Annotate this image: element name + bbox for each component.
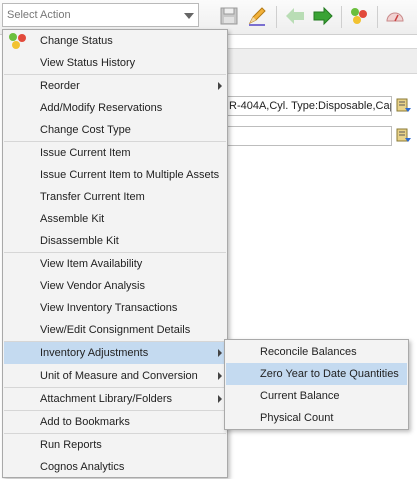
menu-item-label: Disassemble Kit bbox=[40, 235, 119, 247]
submenu-item-label: Current Balance bbox=[260, 390, 340, 402]
menu-item-label: Change Status bbox=[40, 35, 113, 47]
menu-item-label: Assemble Kit bbox=[40, 213, 105, 225]
description-value: R-404A,Cyl. Type:Disposable,Cap bbox=[229, 100, 392, 112]
menu-item-label: Add to Bookmarks bbox=[40, 416, 130, 428]
edit-pencil-icon[interactable] bbox=[246, 5, 268, 27]
menu-item-view-status-history[interactable]: View Status History bbox=[4, 52, 226, 74]
toolbar-separator bbox=[276, 6, 277, 28]
menu-item-transfer-current-item[interactable]: Transfer Current Item bbox=[4, 186, 226, 208]
select-action-menu: Change Status View Status History Reorde… bbox=[2, 29, 228, 478]
menu-item-label: Reorder bbox=[40, 80, 80, 92]
menu-item-change-cost-type[interactable]: Change Cost Type bbox=[4, 119, 226, 141]
menu-item-label: View Status History bbox=[40, 57, 136, 69]
lookup-icon[interactable] bbox=[396, 97, 412, 113]
form-tab-strip bbox=[226, 48, 417, 74]
menu-item-add-to-bookmarks[interactable]: Add to Bookmarks bbox=[4, 411, 226, 433]
chevron-right-icon bbox=[218, 395, 222, 403]
menu-item-label: Issue Current Item bbox=[40, 147, 131, 159]
menu-item-unit-of-measure[interactable]: Unit of Measure and Conversion bbox=[4, 365, 226, 387]
submenu-item-current-balance[interactable]: Current Balance bbox=[226, 385, 407, 407]
toolbar-separator bbox=[341, 6, 342, 28]
menu-item-label: Transfer Current Item bbox=[40, 191, 145, 203]
menu-item-label: Cognos Analytics bbox=[40, 461, 125, 473]
menu-item-view-inventory-transactions[interactable]: View Inventory Transactions bbox=[4, 297, 226, 319]
menu-item-inventory-adjustments[interactable]: Inventory Adjustments bbox=[4, 342, 226, 364]
menu-item-label: Run Reports bbox=[40, 439, 102, 451]
menu-item-label: View Vendor Analysis bbox=[40, 280, 145, 292]
menu-item-label: Attachment Library/Folders bbox=[40, 393, 173, 405]
submenu-item-label: Zero Year to Date Quantities bbox=[260, 368, 399, 380]
menu-item-issue-current-item[interactable]: Issue Current Item bbox=[4, 142, 226, 164]
submenu-item-label: Physical Count bbox=[260, 412, 334, 424]
menu-item-reorder[interactable]: Reorder bbox=[4, 75, 226, 97]
menu-item-view-item-availability[interactable]: View Item Availability bbox=[4, 253, 226, 275]
menu-item-label: Unit of Measure and Conversion bbox=[40, 370, 198, 382]
change-status-icon[interactable] bbox=[348, 5, 370, 27]
menu-item-label: View/Edit Consignment Details bbox=[40, 324, 191, 336]
menu-item-label: View Inventory Transactions bbox=[40, 302, 178, 314]
chevron-down-icon[interactable] bbox=[184, 13, 194, 19]
menu-item-label: Issue Current Item to Multiple Assets bbox=[40, 169, 220, 181]
menu-item-label: View Item Availability bbox=[40, 258, 143, 270]
previous-arrow-icon[interactable] bbox=[284, 5, 306, 27]
save-icon[interactable] bbox=[218, 5, 240, 27]
menu-item-label: Add/Modify Reservations bbox=[40, 102, 163, 114]
submenu-item-physical-count[interactable]: Physical Count bbox=[226, 407, 407, 429]
menu-item-issue-to-multiple-assets[interactable]: Issue Current Item to Multiple Assets bbox=[4, 164, 226, 186]
menu-item-add-modify-reservations[interactable]: Add/Modify Reservations bbox=[4, 97, 226, 119]
gauge-icon[interactable] bbox=[384, 5, 406, 27]
menu-item-view-vendor-analysis[interactable]: View Vendor Analysis bbox=[4, 275, 226, 297]
select-action-placeholder: Select Action bbox=[7, 9, 71, 21]
menu-item-view-edit-consignment-details[interactable]: View/Edit Consignment Details bbox=[4, 319, 226, 341]
menu-item-assemble-kit[interactable]: Assemble Kit bbox=[4, 208, 226, 230]
menu-item-cognos-analytics[interactable]: Cognos Analytics bbox=[4, 456, 226, 478]
toolbar-separator bbox=[377, 6, 378, 28]
submenu-item-label: Reconcile Balances bbox=[260, 346, 357, 358]
select-action-dropdown[interactable]: Select Action bbox=[2, 3, 199, 27]
menu-item-label: Inventory Adjustments bbox=[40, 347, 149, 359]
submenu-item-zero-ytd-quantities[interactable]: Zero Year to Date Quantities bbox=[226, 363, 407, 385]
change-status-icon bbox=[9, 33, 26, 49]
chevron-right-icon bbox=[218, 349, 222, 357]
secondary-field[interactable] bbox=[226, 126, 392, 146]
menu-item-run-reports[interactable]: Run Reports bbox=[4, 434, 226, 456]
description-field[interactable]: R-404A,Cyl. Type:Disposable,Cap bbox=[226, 96, 392, 116]
submenu-item-reconcile-balances[interactable]: Reconcile Balances bbox=[226, 341, 407, 363]
next-arrow-icon[interactable] bbox=[312, 5, 334, 27]
lookup-icon[interactable] bbox=[396, 127, 412, 143]
inventory-adjustments-submenu: Reconcile Balances Zero Year to Date Qua… bbox=[224, 339, 409, 430]
chevron-right-icon bbox=[218, 82, 222, 90]
menu-item-attachment-library[interactable]: Attachment Library/Folders bbox=[4, 388, 226, 410]
chevron-right-icon bbox=[218, 372, 222, 380]
menu-item-label: Change Cost Type bbox=[40, 124, 131, 136]
menu-item-disassemble-kit[interactable]: Disassemble Kit bbox=[4, 230, 226, 252]
menu-item-change-status[interactable]: Change Status bbox=[4, 30, 226, 52]
